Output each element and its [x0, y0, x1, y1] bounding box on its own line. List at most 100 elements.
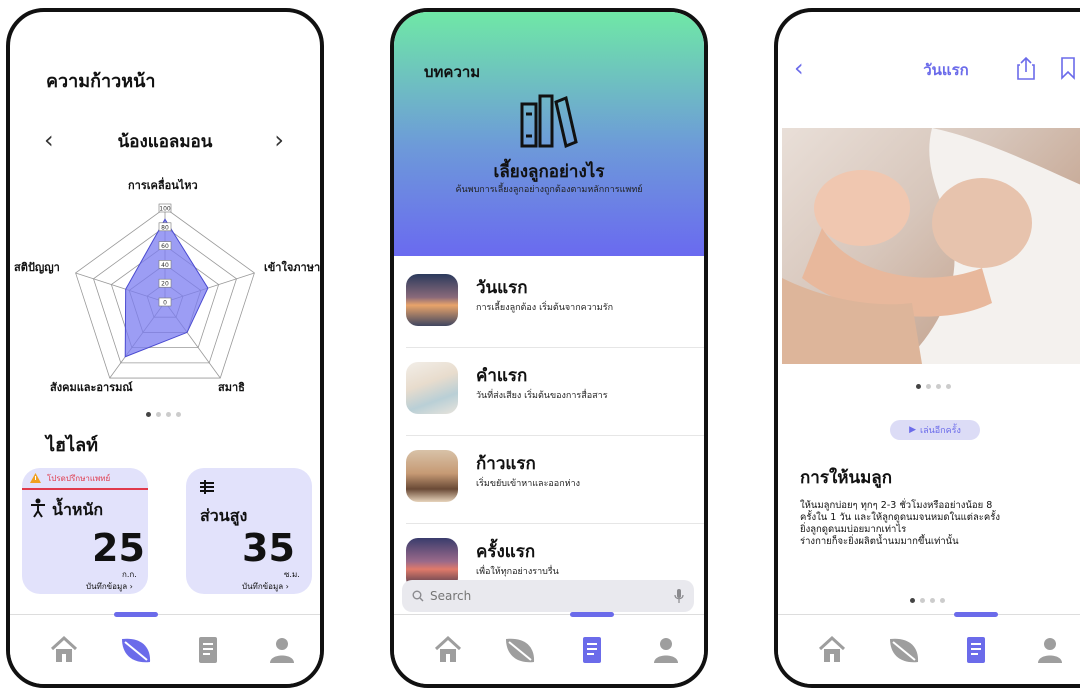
article-item[interactable]: คำแรก วันที่ส่งเสียง เริ่มต้นของการสื่อส… — [406, 348, 704, 436]
profile-icon — [654, 638, 678, 663]
child-switcher: ‹ น้องแอลมอน › — [10, 124, 320, 154]
tab-home[interactable] — [808, 629, 856, 671]
radar-label-intelligence: สติปัญญา — [14, 261, 60, 274]
radar-tick-label: 60 — [161, 243, 169, 250]
weight-card[interactable]: โปรดปรึกษาแพทย์ น้ำหนัก 25 ก.ก. บันทึกข้… — [22, 468, 148, 594]
leaf-icon — [506, 638, 535, 663]
height-record-link[interactable]: บันทึกข้อมูล › — [242, 580, 289, 593]
tab-articles[interactable] — [568, 629, 616, 671]
chevron-right-icon: › — [285, 582, 289, 591]
leaf-icon — [890, 638, 919, 663]
share-icon[interactable] — [1016, 56, 1036, 80]
hero-heading: เลี้ยงลูกอย่างไร — [493, 162, 605, 182]
radar-tick-label: 0 — [163, 300, 167, 307]
tab-bar — [778, 612, 1080, 684]
radar-tick-label: 40 — [161, 262, 169, 269]
radar-label-movement: การเคลื่อนไหว — [128, 179, 198, 192]
article-icon — [967, 637, 985, 663]
tab-articles[interactable] — [184, 629, 232, 671]
hero-banner: บทความ เลี้ยงลูกอย่างไร ค้นพบการเลี้ยงลู… — [394, 12, 704, 256]
weight-value: 25 — [92, 526, 145, 570]
page-dot — [926, 384, 931, 389]
tab-profile[interactable] — [642, 629, 690, 671]
chevron-right-icon: › — [129, 582, 133, 591]
ruler-icon — [200, 480, 214, 494]
page-dots[interactable] — [146, 412, 181, 417]
height-value: 35 — [242, 526, 295, 570]
tab-bar — [10, 612, 320, 684]
baby-steps-thumbnail — [406, 450, 458, 502]
page-dot — [940, 598, 945, 603]
page-dot — [166, 412, 171, 417]
sunset-thumbnail — [406, 274, 458, 326]
body-line: ยิ่งลูกดูดนมบ่อยมากเท่าไร — [800, 524, 907, 535]
warning-text: โปรดปรึกษาแพทย์ — [47, 473, 111, 483]
person-icon — [31, 498, 45, 518]
radar-chart: 0 20 40 60 80 100 — [75, 203, 255, 379]
record-label: บันทึกข้อมูล — [242, 582, 284, 591]
tab-development[interactable] — [112, 629, 160, 671]
radar-label-attention: สมาธิ — [218, 381, 245, 394]
warning-banner: โปรดปรึกษาแพทย์ — [22, 468, 148, 490]
article-detail-screen: ‹ วันแรก ▶ เล่นอีกครั้ง การให้นมลูก ให้น… — [774, 8, 1080, 688]
tab-articles[interactable] — [952, 629, 1000, 671]
active-tab-indicator — [570, 612, 614, 617]
tab-profile[interactable] — [258, 629, 306, 671]
tab-development[interactable] — [880, 629, 928, 671]
page-dot — [920, 598, 925, 603]
play-icon: ▶ — [909, 425, 917, 435]
baby-thumbnail — [406, 362, 458, 414]
leaf-icon — [122, 638, 151, 663]
tab-profile[interactable] — [1026, 629, 1074, 671]
home-icon — [818, 635, 846, 662]
breastfeeding-photo — [782, 128, 1080, 364]
microphone-icon[interactable] — [674, 589, 684, 603]
article-body: ให้นมลูกบ่อยๆ ทุกๆ 2-3 ชั่วโมงหรืออย่างน… — [800, 500, 1070, 548]
replay-button[interactable]: ▶ เล่นอีกครั้ง — [890, 420, 980, 440]
page-dot — [936, 384, 941, 389]
mother-baby-illustration — [782, 128, 1080, 364]
radar-tick-label: 80 — [161, 224, 169, 231]
radar-data-polygon — [124, 218, 209, 358]
search-input[interactable] — [430, 589, 668, 603]
page-dot — [910, 598, 915, 603]
article-description: วันที่ส่งเสียง เริ่มต้นของการสื่อสาร — [476, 391, 608, 401]
body-line: ร่างกายก็จะยิ่งผลิตน้ำนมมากขึ้นเท่านั้น — [800, 536, 959, 547]
page-dot — [146, 412, 151, 417]
body-line: ให้นมลูกบ่อยๆ ทุกๆ 2-3 ชั่วโมงหรืออย่างน… — [800, 500, 993, 511]
next-child-button[interactable]: › — [274, 126, 284, 154]
radar-tick-label: 100 — [159, 206, 171, 213]
article-description: เริ่มขยับเข้าหาและออกห่าง — [476, 479, 581, 489]
page-dot — [930, 598, 935, 603]
height-label: ส่วนสูง — [200, 506, 248, 525]
article-icon — [583, 637, 601, 663]
bookmark-icon[interactable] — [1060, 56, 1076, 80]
article-title: คำแรก — [476, 366, 528, 386]
weight-record-link[interactable]: บันทึกข้อมูล › — [86, 580, 133, 593]
articles-screen: บทความ เลี้ยงลูกอย่างไร ค้นพบการเลี้ยงลู… — [390, 8, 708, 688]
active-tab-indicator — [954, 612, 998, 617]
tab-bar — [394, 612, 704, 684]
tab-home[interactable] — [40, 629, 88, 671]
active-tab-indicator — [114, 612, 158, 617]
search-icon — [412, 590, 424, 602]
page-title: ความก้าวหน้า — [46, 71, 156, 92]
article-description: การเลี้ยงลูกต้อง เริ่มต้นจากความรัก — [476, 303, 614, 313]
tab-development[interactable] — [496, 629, 544, 671]
article-item[interactable]: วันแรก การเลี้ยงลูกต้อง เริ่มต้นจากความร… — [406, 260, 704, 348]
replay-label: เล่นอีกครั้ง — [920, 426, 961, 436]
height-card[interactable]: ส่วนสูง 35 ซ.ม. บันทึกข้อมูล › — [186, 468, 312, 594]
page-dot — [916, 384, 921, 389]
page-dot — [946, 384, 951, 389]
profile-icon — [270, 638, 294, 663]
tab-home[interactable] — [424, 629, 472, 671]
image-page-dots[interactable] — [916, 384, 951, 389]
books-icon — [520, 94, 578, 148]
radar-label-language: เข้าใจภาษา — [264, 261, 321, 274]
weight-label: น้ำหนัก — [52, 500, 104, 519]
article-page-dots[interactable] — [910, 598, 945, 603]
article-title: ครั้งแรก — [476, 542, 536, 562]
page-dot — [176, 412, 181, 417]
page-title: บทความ — [424, 63, 481, 81]
article-item[interactable]: ก้าวแรก เริ่มขยับเข้าหาและออกห่าง — [406, 436, 704, 524]
